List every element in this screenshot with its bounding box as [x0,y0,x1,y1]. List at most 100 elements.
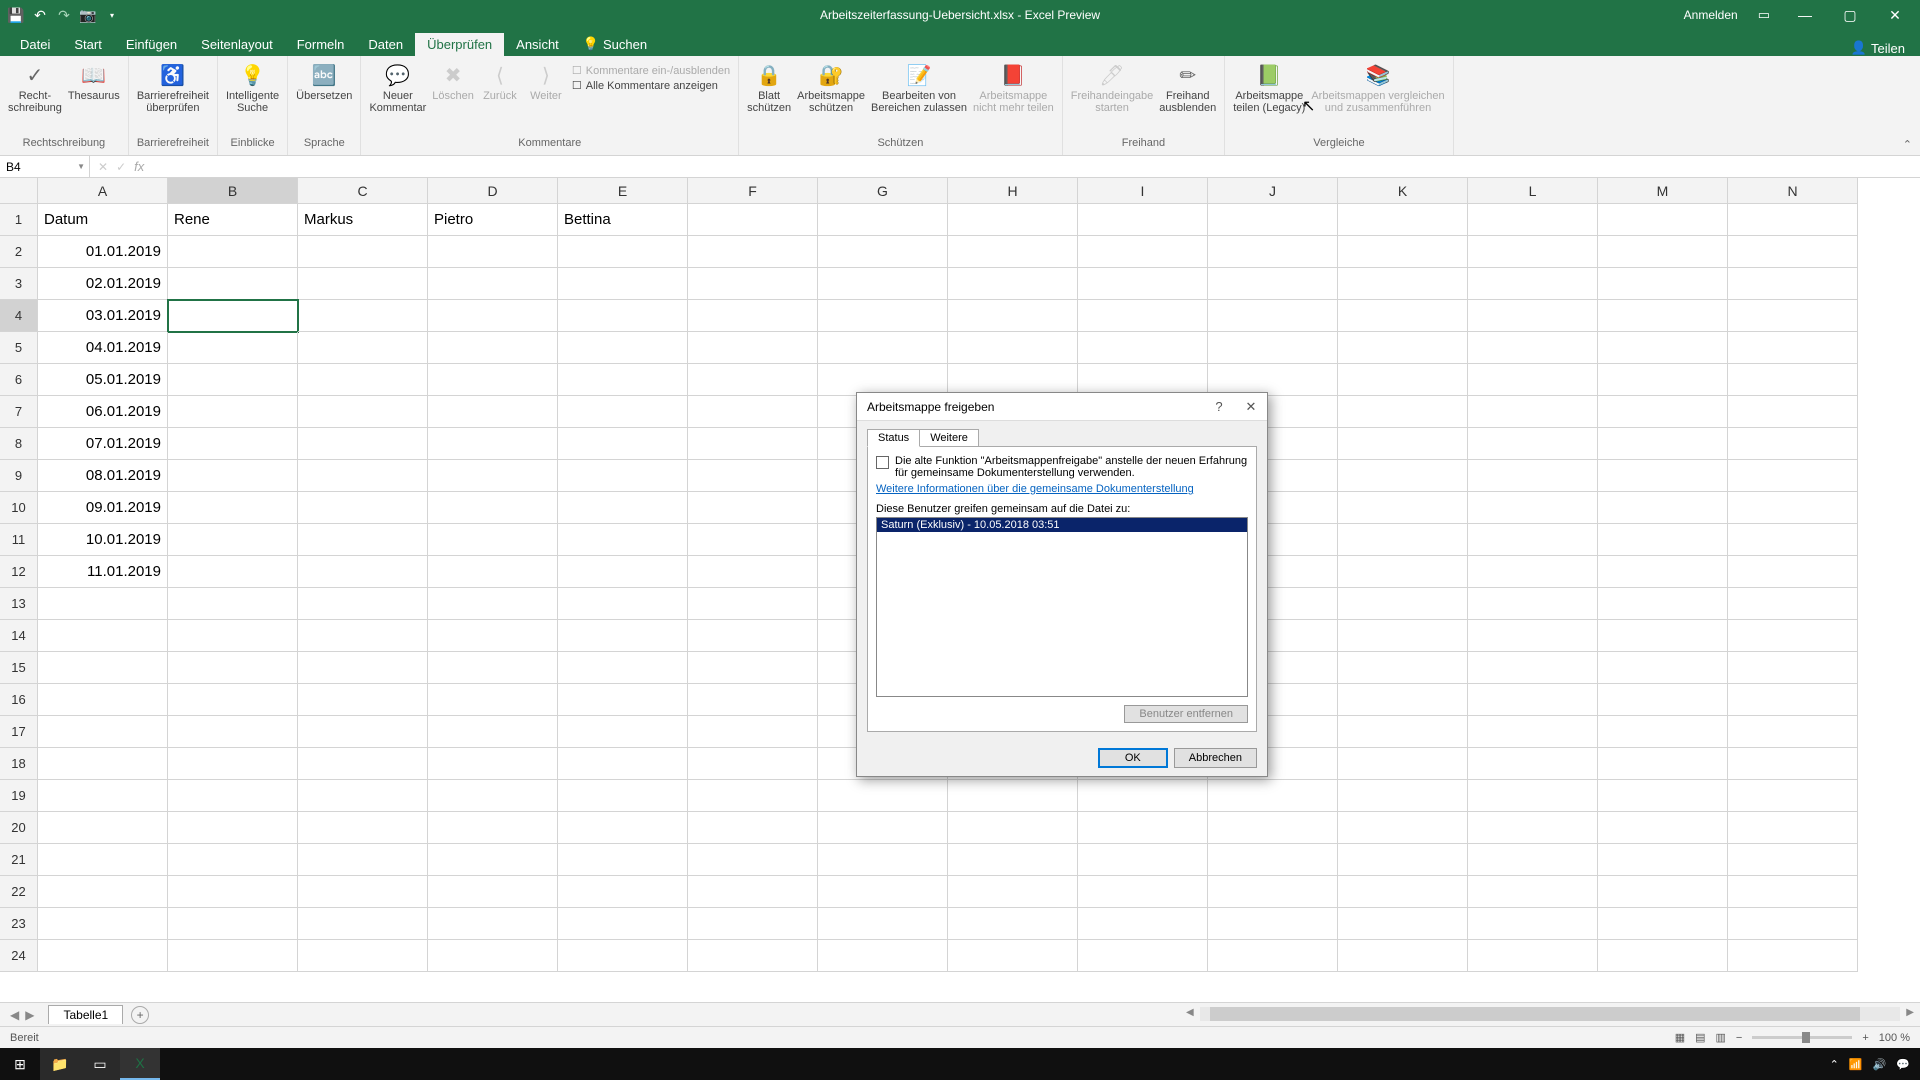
cell-E19[interactable] [558,780,688,812]
cell-G23[interactable] [818,908,948,940]
cell-D4[interactable] [428,300,558,332]
cell-M14[interactable] [1598,620,1728,652]
cell-K8[interactable] [1338,428,1468,460]
cell-A10[interactable]: 09.01.2019 [38,492,168,524]
cell-B3[interactable] [168,268,298,300]
cell-C2[interactable] [298,236,428,268]
cell-A19[interactable] [38,780,168,812]
col-header-G[interactable]: G [818,178,948,204]
view-pagelayout-icon[interactable]: ▤ [1695,1031,1705,1044]
cell-A3[interactable]: 02.01.2019 [38,268,168,300]
cell-B7[interactable] [168,396,298,428]
cell-A8[interactable]: 07.01.2019 [38,428,168,460]
cell-E2[interactable] [558,236,688,268]
cell-J20[interactable] [1208,812,1338,844]
accessibility-button[interactable]: ♿ Barrierefreiheit überprüfen [137,58,209,114]
redo-icon[interactable]: ↷ [56,7,72,23]
cell-G2[interactable] [818,236,948,268]
cell-D22[interactable] [428,876,558,908]
zoom-out-icon[interactable]: − [1736,1032,1742,1044]
cell-G1[interactable] [818,204,948,236]
cell-E12[interactable] [558,556,688,588]
cell-K2[interactable] [1338,236,1468,268]
cell-L18[interactable] [1468,748,1598,780]
cell-L17[interactable] [1468,716,1598,748]
cell-G3[interactable] [818,268,948,300]
cell-L4[interactable] [1468,300,1598,332]
thesaurus-button[interactable]: 📖 Thesaurus [68,58,120,102]
zoom-level[interactable]: 100 % [1879,1032,1910,1044]
cell-H3[interactable] [948,268,1078,300]
row-header-2[interactable]: 2 [0,236,38,268]
row-header-21[interactable]: 21 [0,844,38,876]
cell-C9[interactable] [298,460,428,492]
fx-icon[interactable]: fx [134,159,144,174]
cell-K9[interactable] [1338,460,1468,492]
cell-A13[interactable] [38,588,168,620]
confirm-edit-icon[interactable]: ✓ [116,160,126,174]
camera-icon[interactable]: 📷 [80,7,96,23]
cell-J24[interactable] [1208,940,1338,972]
cell-K16[interactable] [1338,684,1468,716]
cell-F8[interactable] [688,428,818,460]
cell-A5[interactable]: 04.01.2019 [38,332,168,364]
cell-K3[interactable] [1338,268,1468,300]
save-icon[interactable]: 💾 [8,7,24,23]
row-header-18[interactable]: 18 [0,748,38,780]
smartlookup-button[interactable]: 💡 Intelligente Suche [226,58,279,114]
cell-F6[interactable] [688,364,818,396]
cell-B19[interactable] [168,780,298,812]
cell-F10[interactable] [688,492,818,524]
col-header-N[interactable]: N [1728,178,1858,204]
cell-A11[interactable]: 10.01.2019 [38,524,168,556]
cell-A24[interactable] [38,940,168,972]
cell-H24[interactable] [948,940,1078,972]
protect-workbook-button[interactable]: 🔐 Arbeitsmappe schützen [797,58,865,114]
cell-N8[interactable] [1728,428,1858,460]
row-header-9[interactable]: 9 [0,460,38,492]
display-options-icon[interactable]: ▭ [1758,7,1770,23]
cell-E3[interactable] [558,268,688,300]
cell-D6[interactable] [428,364,558,396]
cell-I4[interactable] [1078,300,1208,332]
zoom-slider[interactable] [1752,1036,1852,1039]
cell-D18[interactable] [428,748,558,780]
cell-L21[interactable] [1468,844,1598,876]
cell-A15[interactable] [38,652,168,684]
allow-edit-ranges-button[interactable]: 📝 Bearbeiten von Bereichen zulassen [871,58,967,114]
cell-B17[interactable] [168,716,298,748]
cell-N3[interactable] [1728,268,1858,300]
cell-J5[interactable] [1208,332,1338,364]
translate-button[interactable]: 🔤 Übersetzen [296,58,352,102]
cell-H22[interactable] [948,876,1078,908]
cell-K20[interactable] [1338,812,1468,844]
cell-C19[interactable] [298,780,428,812]
cell-F2[interactable] [688,236,818,268]
chevron-down-icon[interactable]: ▼ [77,162,89,171]
cell-E13[interactable] [558,588,688,620]
row-header-15[interactable]: 15 [0,652,38,684]
cell-K21[interactable] [1338,844,1468,876]
cell-B20[interactable] [168,812,298,844]
cell-F11[interactable] [688,524,818,556]
cell-A18[interactable] [38,748,168,780]
cell-D24[interactable] [428,940,558,972]
cell-F18[interactable] [688,748,818,780]
cell-D10[interactable] [428,492,558,524]
cell-F9[interactable] [688,460,818,492]
cell-M22[interactable] [1598,876,1728,908]
protect-sheet-button[interactable]: 🔒 Blatt schützen [747,58,791,114]
row-header-17[interactable]: 17 [0,716,38,748]
cell-N2[interactable] [1728,236,1858,268]
cell-I3[interactable] [1078,268,1208,300]
row-header-5[interactable]: 5 [0,332,38,364]
cell-L9[interactable] [1468,460,1598,492]
cell-B5[interactable] [168,332,298,364]
cell-M19[interactable] [1598,780,1728,812]
cell-N18[interactable] [1728,748,1858,780]
taskbar-explorer[interactable]: 📁 [40,1048,80,1080]
cell-I22[interactable] [1078,876,1208,908]
cell-F15[interactable] [688,652,818,684]
cell-M7[interactable] [1598,396,1728,428]
cell-F20[interactable] [688,812,818,844]
